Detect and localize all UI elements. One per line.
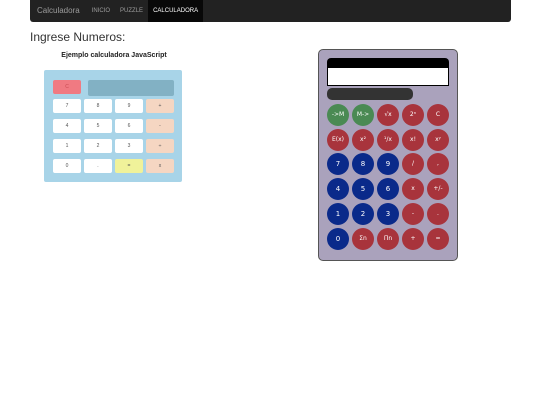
key-4[interactable]: 4 <box>327 178 349 200</box>
small-calculator-display <box>88 80 174 96</box>
key-6[interactable]: 6 <box>377 178 399 200</box>
key-8[interactable]: 8 <box>352 153 374 175</box>
decimal-button[interactable]: . <box>427 203 449 225</box>
power-of-two-button[interactable]: 2ⁿ <box>402 104 424 126</box>
calculator-display <box>327 68 449 86</box>
sqrt-button[interactable]: √x <box>377 104 399 126</box>
key-1[interactable]: 1 <box>327 203 349 225</box>
key-2[interactable]: 2 <box>352 203 374 225</box>
key-9[interactable]: 9 <box>377 153 399 175</box>
small-calculator-title: Ejemplo calculadora JavaScript <box>61 52 167 59</box>
nav-item-puzzle[interactable]: PUZZLE <box>115 0 148 22</box>
memory-store-button[interactable]: ->M <box>327 104 349 126</box>
top-navbar: Calculadora INICIO PUZZLE CALCULADORA <box>30 0 511 22</box>
equals-button[interactable]: = <box>427 228 449 250</box>
small-key-8[interactable]: 8 <box>84 99 112 113</box>
calculator-screen-header <box>327 58 449 68</box>
small-key-0[interactable]: 0 <box>53 159 81 173</box>
memory-recall-button[interactable]: M-> <box>352 104 374 126</box>
small-key-decimal[interactable]: . <box>84 159 112 173</box>
key-3[interactable]: 3 <box>377 203 399 225</box>
small-key-4[interactable]: 4 <box>53 119 81 133</box>
key-0[interactable]: 0 <box>327 228 349 250</box>
small-calculator: C 7 8 9 + 4 5 6 - 1 2 3 ÷ 0 . = x <box>44 70 182 182</box>
small-key-1[interactable]: 1 <box>53 139 81 153</box>
page-title: Ingrese Numeros: <box>30 30 126 44</box>
nav-item-calculadora[interactable]: CALCULADORA <box>148 0 204 22</box>
scientific-calculator: ->M M-> √x 2ⁿ C E(x) x² ¹/x x! xʸ 7 8 9 … <box>318 49 458 261</box>
add-button[interactable]: + <box>402 228 424 250</box>
multiply-button[interactable]: x <box>402 178 424 200</box>
small-key-divide[interactable]: ÷ <box>146 139 174 153</box>
nav-item-inicio[interactable]: INICIO <box>87 0 115 22</box>
square-button[interactable]: x² <box>352 129 374 151</box>
key-5[interactable]: 5 <box>352 178 374 200</box>
small-clear-button[interactable]: C <box>53 80 81 94</box>
small-key-minus[interactable]: - <box>146 119 174 133</box>
small-key-multiply[interactable]: x <box>146 159 174 173</box>
product-button[interactable]: Πn <box>377 228 399 250</box>
summation-button[interactable]: Σn <box>352 228 374 250</box>
small-key-2[interactable]: 2 <box>84 139 112 153</box>
small-key-6[interactable]: 6 <box>115 119 143 133</box>
clear-button[interactable]: C <box>427 104 449 126</box>
small-key-7[interactable]: 7 <box>53 99 81 113</box>
small-key-3[interactable]: 3 <box>115 139 143 153</box>
key-7[interactable]: 7 <box>327 153 349 175</box>
reciprocal-button[interactable]: ¹/x <box>377 129 399 151</box>
divide-button[interactable]: / <box>402 153 424 175</box>
exp-button[interactable]: E(x) <box>327 129 349 151</box>
small-key-5[interactable]: 5 <box>84 119 112 133</box>
power-button[interactable]: xʸ <box>427 129 449 151</box>
factorial-button[interactable]: x! <box>402 129 424 151</box>
navbar-brand[interactable]: Calculadora <box>30 0 87 22</box>
subtract-button[interactable]: - <box>402 203 424 225</box>
small-key-equals[interactable]: = <box>115 159 143 173</box>
memory-display <box>327 88 413 100</box>
small-key-9[interactable]: 9 <box>115 99 143 113</box>
negate-button[interactable]: +/- <box>427 178 449 200</box>
small-key-plus[interactable]: + <box>146 99 174 113</box>
comma-button[interactable]: , <box>427 153 449 175</box>
